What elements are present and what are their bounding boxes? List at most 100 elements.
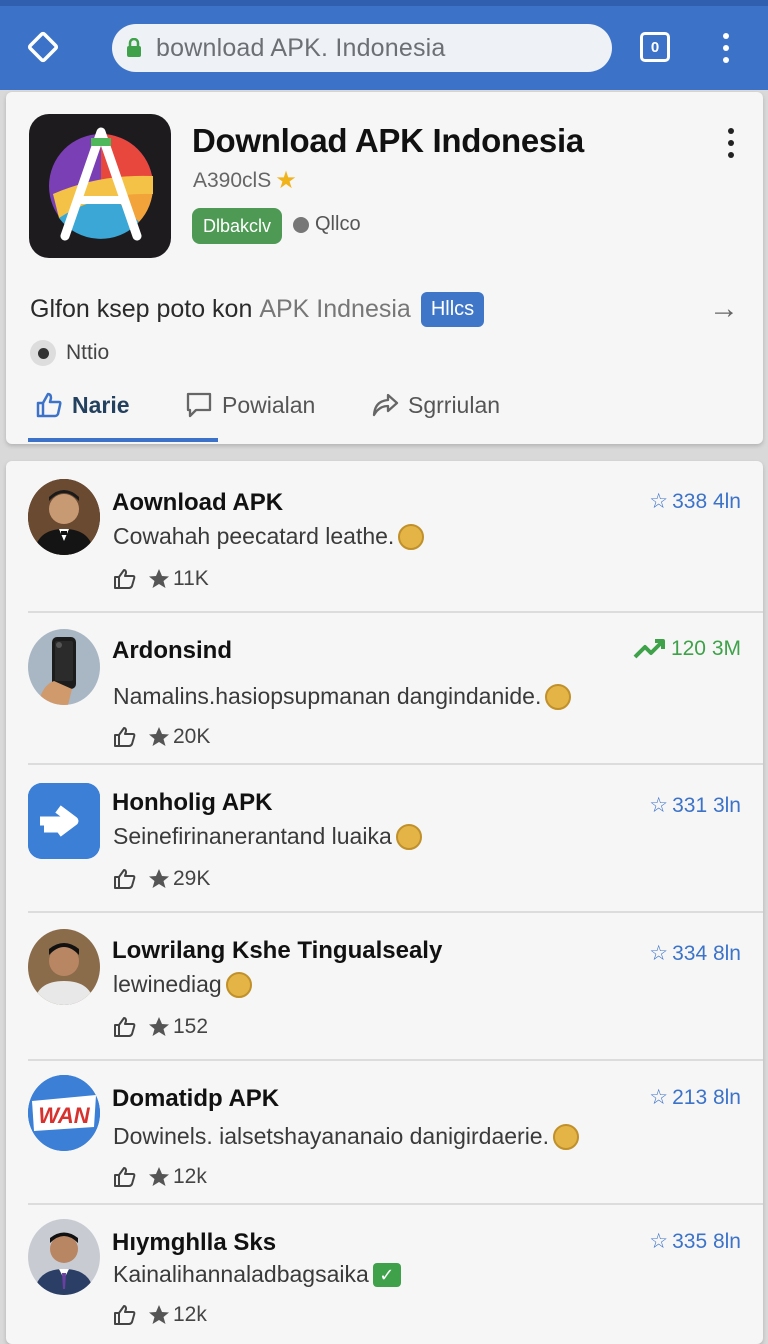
item-stat: ☆ 335 8ln <box>649 1229 741 1254</box>
arrow-right-icon[interactable]: → <box>709 292 739 326</box>
radio-icon[interactable] <box>30 340 56 366</box>
description-badge[interactable]: Hllcs <box>420 292 485 327</box>
avatar <box>28 783 100 859</box>
item-meta: 29K <box>113 867 210 891</box>
item-subtitle: Cowahah peecatard leathe. <box>113 523 425 550</box>
address-bar[interactable]: bownload APK. Indonesia <box>112 24 612 72</box>
trend-up-icon <box>633 639 665 659</box>
item-title: Hıymghlla Sks <box>112 1229 277 1256</box>
item-subtitle: Namalins.hasiopsupmanan dangindanide. <box>113 683 572 710</box>
star-icon <box>149 569 169 588</box>
app-list: Aownload APK Cowahah peecatard leathe. 1… <box>6 461 763 1344</box>
tab-switcher-button[interactable]: 0 <box>640 32 670 62</box>
list-item[interactable]: WAN Domatidp APK Dowinels. ialsetshayana… <box>6 1061 763 1205</box>
app-header-card: Download APK Indonesia A390clS ★ Dlbakcl… <box>6 92 763 444</box>
item-count: 20K <box>173 725 211 748</box>
item-title: Ardonsind <box>112 637 232 664</box>
star-icon <box>149 1167 169 1186</box>
star-outline-icon: ☆ <box>649 490 669 513</box>
item-subtitle: Seinefirinanerantand luaika <box>113 823 422 850</box>
url-text: bownload APK. Indonesia <box>156 33 446 62</box>
item-meta: 12k <box>113 1165 207 1189</box>
item-meta: 152 <box>113 1015 208 1039</box>
star-icon: ★ <box>275 167 297 194</box>
emoji-icon <box>553 1123 579 1150</box>
list-item[interactable]: Ardonsind Namalins.hasiopsupmanan dangin… <box>6 613 763 765</box>
item-stat: ☆ 334 8ln <box>649 941 741 966</box>
status-bar <box>0 0 768 6</box>
item-stat: 120 3M <box>633 637 741 661</box>
list-item[interactable]: Hıymghlla Sks Kainalihannaladbagsaika ✓ 1… <box>6 1205 763 1344</box>
avatar <box>28 629 100 705</box>
download-button[interactable]: Dlbakclv <box>192 208 282 244</box>
item-count: 11K <box>173 567 209 590</box>
browser-menu-icon[interactable] <box>720 33 732 63</box>
share-icon <box>372 393 399 417</box>
item-title: Lowrilang Kshe Tingualsealy <box>112 937 443 964</box>
item-subtitle: lewinediag <box>113 971 252 998</box>
thumbs-up-icon[interactable] <box>113 867 137 891</box>
star-outline-icon: ☆ <box>649 942 669 965</box>
avatar: WAN <box>28 1075 100 1151</box>
comment-icon <box>186 392 212 418</box>
item-count: 152 <box>173 1015 209 1038</box>
description-grey-text: APK Indnesia <box>259 295 411 323</box>
circle-icon <box>293 216 309 233</box>
description-text: Glfon ksep poto kon <box>30 295 253 323</box>
star-outline-icon: ☆ <box>649 1230 669 1253</box>
active-tab-indicator <box>28 438 218 442</box>
emoji-icon <box>398 523 425 550</box>
star-icon <box>149 869 169 888</box>
svg-text:WAN: WAN <box>38 1103 90 1128</box>
home-diamond-icon[interactable] <box>24 28 62 66</box>
item-count: 29K <box>173 867 211 890</box>
emoji-icon <box>545 683 572 710</box>
item-count: 12k <box>173 1303 207 1326</box>
tab-comment[interactable]: Powialan <box>184 390 315 420</box>
tab-like[interactable]: Narie <box>34 390 130 420</box>
app-tab-bar: Narie Powialan Sgrriulan <box>6 384 763 442</box>
avatar <box>28 479 100 555</box>
app-description: Glfon ksep poto kon APK Indnesia Hllcs <box>30 292 485 327</box>
item-title: Honholig APK <box>112 789 273 816</box>
list-item[interactable]: Lowrilang Kshe Tingualsealy lewinediag 1… <box>6 913 763 1061</box>
app-developer: A390clS ★ <box>193 166 297 195</box>
item-meta: 12k <box>113 1303 207 1327</box>
app-developer-label: A390clS <box>193 168 272 192</box>
list-item[interactable]: Aownload APK Cowahah peecatard leathe. 1… <box>6 461 763 613</box>
thumbs-up-icon <box>36 392 62 418</box>
app-logo-icon <box>29 114 171 258</box>
avatar <box>28 1219 100 1295</box>
radio-label: Nttio <box>66 341 110 364</box>
app-overflow-menu-icon[interactable] <box>726 128 736 158</box>
item-stat: ☆ 213 8ln <box>649 1085 741 1110</box>
thumbs-up-icon[interactable] <box>113 567 137 591</box>
star-icon <box>149 1305 169 1324</box>
item-subtitle: Dowinels. ialsetshayananaio danigirdaeri… <box>113 1123 579 1150</box>
item-count: 12k <box>173 1165 207 1188</box>
app-title: Download APK Indonesia <box>192 122 584 159</box>
browser-toolbar: bownload APK. Indonesia 0 <box>0 0 768 90</box>
checkmark-icon: ✓ <box>372 1262 401 1287</box>
star-icon <box>149 1017 169 1036</box>
avatar <box>28 929 100 1005</box>
thumbs-up-icon[interactable] <box>113 1165 137 1189</box>
item-stat: ☆ 338 4ln <box>649 489 741 514</box>
secondary-info-label: Qllco <box>315 213 361 235</box>
star-outline-icon: ☆ <box>649 1086 669 1109</box>
thumbs-up-icon[interactable] <box>113 1015 137 1039</box>
list-item[interactable]: Honholig APK Seinefirinanerantand luaika… <box>6 765 763 913</box>
tab-share[interactable]: Sgrriulan <box>370 390 500 420</box>
radio-option[interactable]: Nttio <box>30 340 109 366</box>
secondary-info[interactable]: Qllco <box>293 213 361 236</box>
item-meta: 11K <box>113 567 209 591</box>
item-title: Domatidp APK <box>112 1085 280 1112</box>
thumbs-up-icon[interactable] <box>113 1303 137 1327</box>
star-outline-icon: ☆ <box>649 794 669 817</box>
item-subtitle: Kainalihannaladbagsaika ✓ <box>113 1261 401 1288</box>
emoji-icon <box>395 823 422 850</box>
lock-icon <box>127 38 141 57</box>
star-icon <box>149 727 169 746</box>
thumbs-up-icon[interactable] <box>113 725 137 749</box>
emoji-icon <box>225 971 252 998</box>
